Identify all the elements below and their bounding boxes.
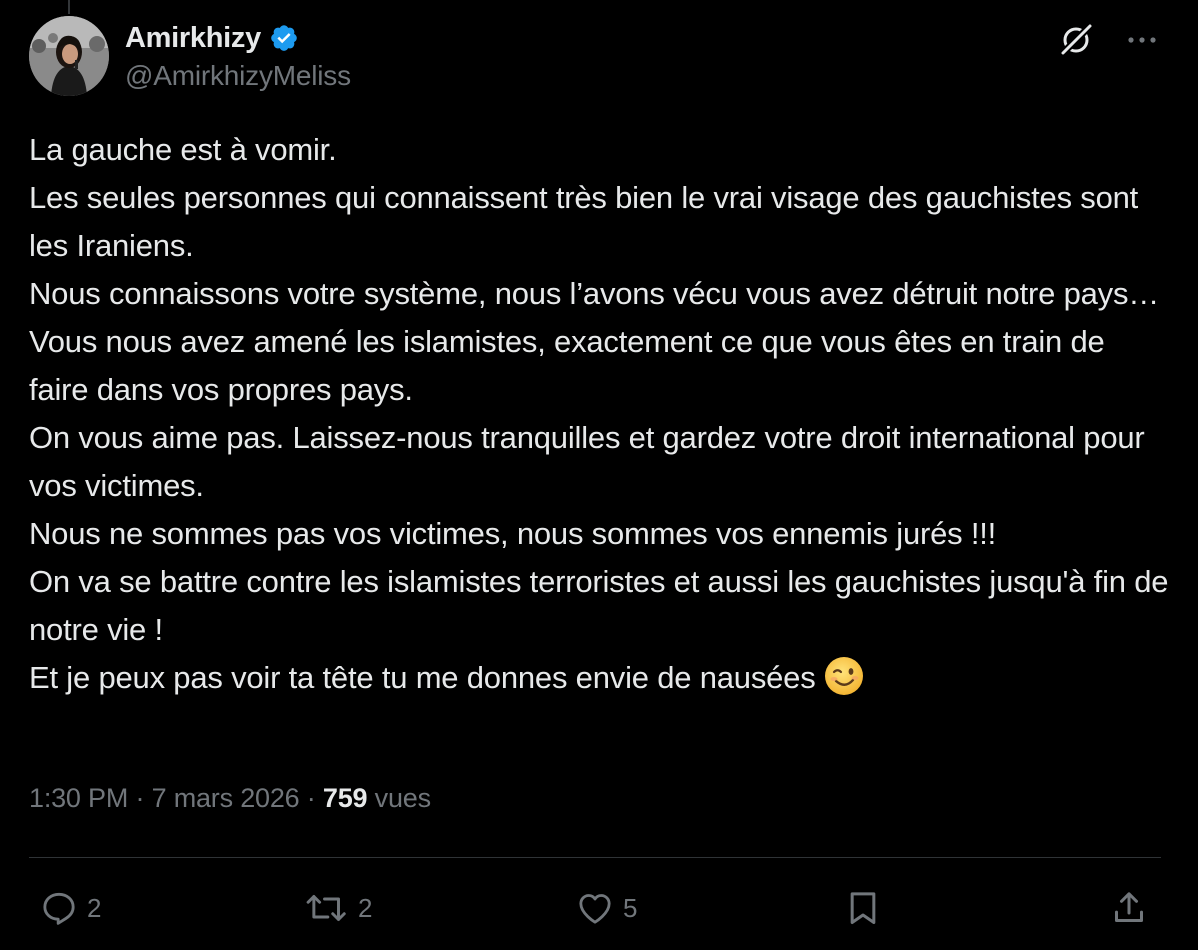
author-name-row: Amirkhizy [125, 18, 351, 58]
like-count: 5 [623, 892, 638, 923]
verified-badge-icon[interactable] [269, 23, 299, 53]
thread-connector-line [68, 0, 70, 14]
bookmark-icon [850, 892, 876, 924]
reply-count: 2 [87, 892, 102, 923]
tweet-line: On va se battre contre les islamistes te… [29, 564, 1169, 647]
tweet-line: Nous connaissons votre système, nous l’a… [29, 276, 1160, 311]
handle[interactable]: @AmirkhizyMeliss [125, 60, 351, 92]
tweet-meta: 1:30 PM · 7 mars 2026 · 759 vues [29, 783, 431, 814]
more-icon[interactable] [1122, 20, 1162, 60]
views-label: vues [374, 783, 431, 813]
tweet-line: Nous ne sommes pas vos victimes, nous so… [29, 516, 997, 551]
grok-icon[interactable] [1056, 20, 1096, 60]
bookmark-button[interactable] [843, 884, 883, 932]
reply-button[interactable]: 2 [39, 884, 101, 932]
display-name[interactable]: Amirkhizy [125, 22, 261, 55]
action-bar: 2 2 5 [29, 884, 1159, 932]
repost-icon [306, 895, 346, 921]
avatar-photo [29, 16, 109, 96]
views-count: 759 [322, 783, 368, 813]
share-icon [1115, 892, 1143, 922]
tweet-line: On vous aime pas. Laissez-nous tranquill… [29, 420, 1145, 503]
divider [29, 857, 1161, 858]
tweet-line: Vous nous avez amené les islamistes, exa… [29, 324, 1105, 407]
like-button[interactable]: 5 [575, 884, 637, 932]
tweet-date[interactable]: 7 mars 2026 [152, 783, 300, 813]
avatar[interactable] [29, 16, 109, 96]
share-button[interactable] [1109, 884, 1149, 932]
tweet-line: Les seules personnes qui connaissent trè… [29, 180, 1139, 263]
reply-icon [43, 892, 75, 925]
tweet-line: Et je peux pas voir ta tête tu me donnes… [29, 660, 816, 695]
top-actions [1056, 20, 1162, 60]
repost-count: 2 [358, 892, 373, 923]
tweet-time[interactable]: 1:30 PM [29, 783, 128, 813]
tweet-line: La gauche est à vomir. [29, 132, 337, 167]
like-icon [579, 894, 611, 924]
repost-button[interactable]: 2 [304, 884, 372, 932]
meta-separator: · [306, 783, 316, 813]
meta-separator: · [135, 783, 145, 813]
tweet-text: La gauche est à vomir. Les seules person… [29, 126, 1169, 702]
winking-face-emoji-icon [824, 656, 864, 696]
author-block: Amirkhizy @AmirkhizyMeliss [125, 18, 351, 92]
tweet-line-last: Et je peux pas voir ta tête tu me donnes… [29, 654, 1169, 702]
